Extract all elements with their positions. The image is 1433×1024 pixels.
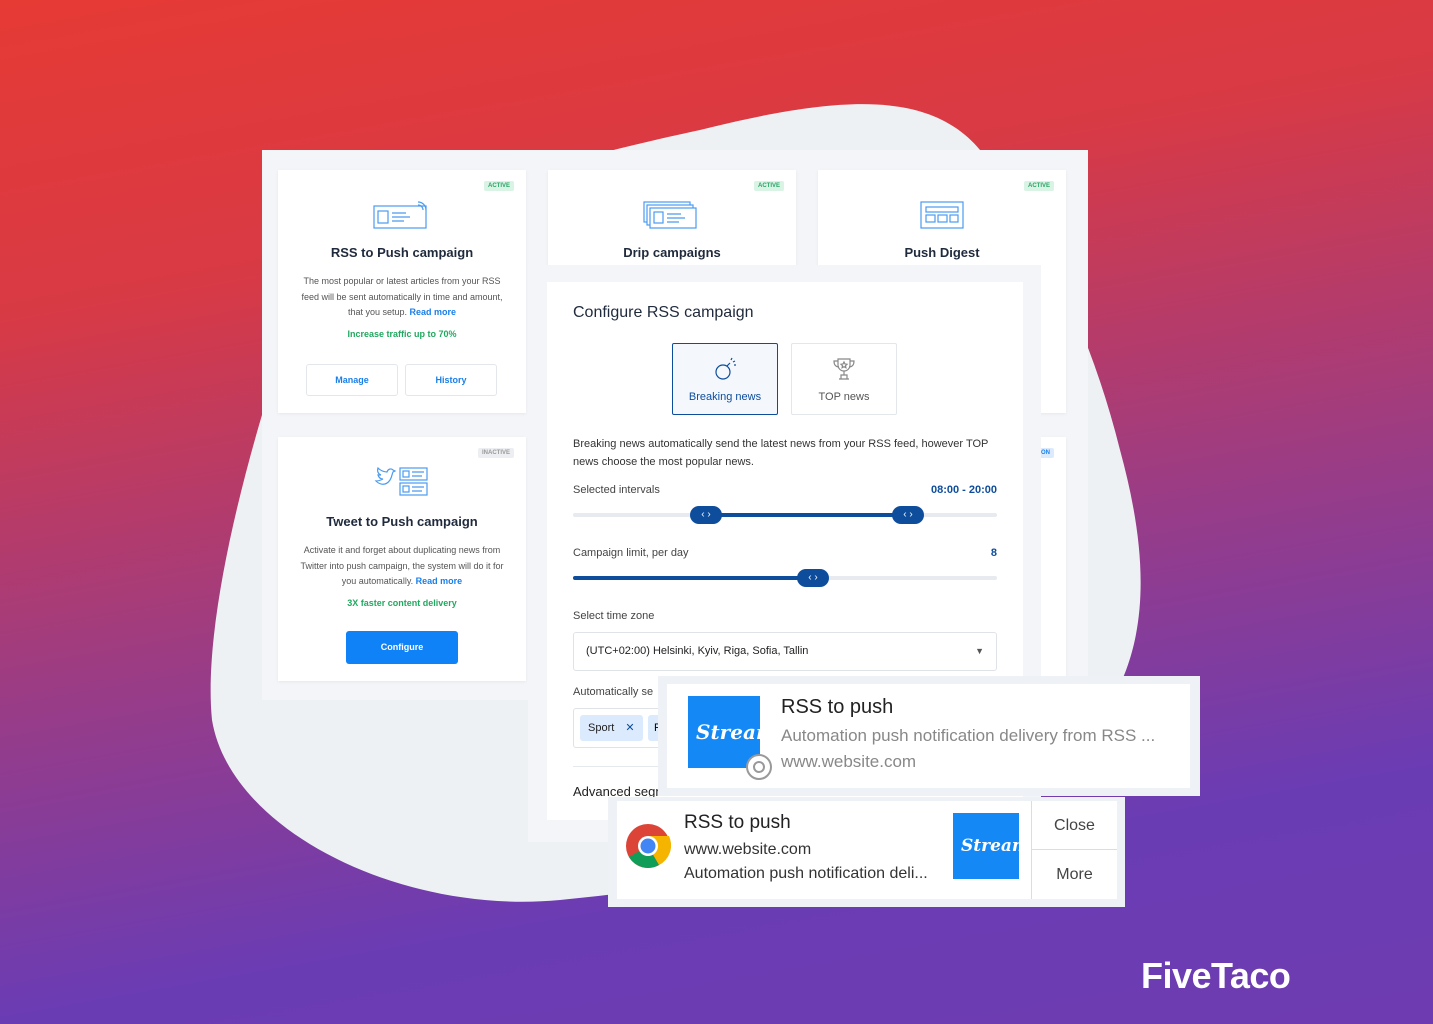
notification-title: RSS to push <box>781 696 894 718</box>
limit-value: 8 <box>990 547 997 559</box>
notification-site: www.website.com <box>781 752 917 771</box>
notification-mac[interactable]: Stream RSS to push Automation push notif… <box>667 684 1190 788</box>
notification-body: Automation push notification deli... <box>684 865 928 882</box>
status-badge: ACTIVE <box>753 181 784 191</box>
rss-newspaper-icon <box>373 201 427 229</box>
card-title: RSS to Push campaign <box>330 245 474 260</box>
read-more-link[interactable]: Read more <box>416 576 463 586</box>
notification-windows[interactable]: RSS to push www.website.com Automation p… <box>617 801 1117 899</box>
card-description: The most popular or latest articles from… <box>301 276 503 317</box>
slider-handle-end[interactable]: ‹ › <box>892 506 924 524</box>
card-title: Push Digest <box>904 245 980 260</box>
dialog-title: Configure RSS campaign <box>573 304 754 321</box>
bomb-icon <box>715 357 736 380</box>
timezone-label: Select time zone <box>573 610 655 622</box>
auto-send-label: Automatically se <box>573 686 654 698</box>
notification-title: RSS to push <box>684 812 791 833</box>
card-rss: ACTIVE RSS to Push campaign The most pop… <box>278 170 526 413</box>
option-breaking-news[interactable]: Breaking news <box>672 343 778 415</box>
brand-logo: FiveTaco <box>1141 955 1291 996</box>
card-description: Activate it and forget about duplicating… <box>300 545 504 586</box>
card-title: Tweet to Push campaign <box>326 514 478 529</box>
card-highlight: 3X faster content delivery <box>347 597 457 608</box>
chrome-badge-icon <box>746 754 772 780</box>
option-label: TOP news <box>818 391 870 403</box>
slider-handle-start[interactable]: ‹ › <box>690 506 722 524</box>
history-button[interactable]: History <box>405 364 497 396</box>
read-more-link[interactable]: Read more <box>410 307 457 317</box>
slider-handle[interactable]: ‹ › <box>797 569 829 587</box>
option-label: Breaking news <box>688 391 762 403</box>
digest-grid-icon <box>920 201 964 229</box>
more-button[interactable]: More <box>1032 850 1117 899</box>
intervals-label: Selected intervals <box>573 484 660 496</box>
card-highlight: Increase traffic up to 70% <box>347 328 457 339</box>
close-button[interactable]: Close <box>1032 801 1117 850</box>
tag-sport: Sport ✕ <box>580 715 643 741</box>
status-badge: ACTIVE <box>483 181 514 191</box>
card-tweet: INACTIVE Tweet to Push campaign Activate… <box>278 437 526 681</box>
notification-body: Automation push notification delivery fr… <box>781 726 1156 745</box>
close-icon[interactable]: ✕ <box>625 722 634 734</box>
dialog-description: Breaking news automatically send the lat… <box>573 438 989 468</box>
stacked-cards-icon <box>643 201 697 229</box>
status-badge: INACTIVE <box>477 448 514 458</box>
option-top-news[interactable]: TOP news <box>791 343 897 415</box>
limit-label: Campaign limit, per day <box>573 547 689 559</box>
configure-button[interactable]: Configure <box>346 631 458 664</box>
status-badge: ACTIVE <box>1023 181 1054 191</box>
interval-slider[interactable]: ‹ › ‹ › <box>573 506 997 524</box>
timezone-select[interactable]: (UTC+02:00) Helsinki, Kyiv, Riga, Sofia,… <box>573 632 997 671</box>
limit-slider[interactable]: ‹ › <box>573 569 997 587</box>
chevron-down-icon: ▼ <box>975 646 984 656</box>
stream-logo: Stream <box>953 813 1019 879</box>
twitter-icon <box>374 466 428 496</box>
manage-button[interactable]: Manage <box>306 364 398 396</box>
trophy-icon <box>833 358 855 380</box>
intervals-value: 08:00 - 20:00 <box>930 484 997 496</box>
notification-site: www.website.com <box>684 841 812 858</box>
chrome-icon <box>626 824 671 868</box>
card-title: Drip campaigns <box>623 245 721 260</box>
